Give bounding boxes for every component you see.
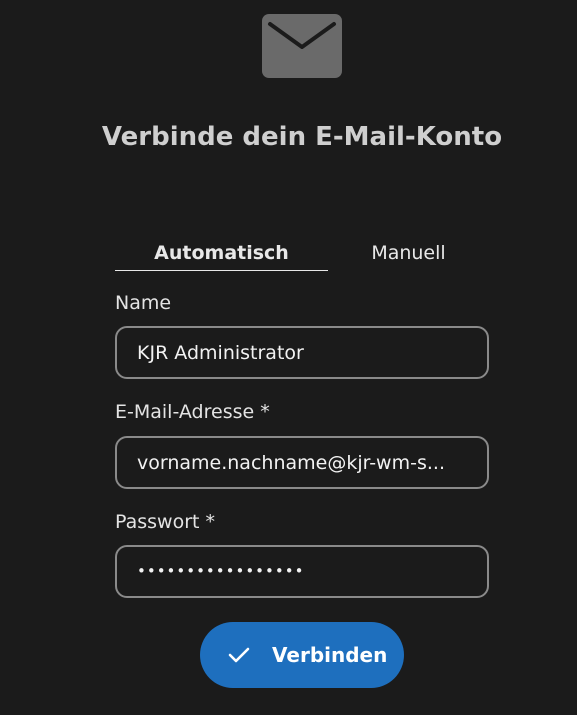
- connect-button[interactable]: Verbinden: [200, 622, 404, 688]
- email-field: [115, 436, 489, 489]
- password-field[interactable]: •••••••••••••••••: [115, 545, 489, 598]
- email-label: E-Mail-Adresse *: [115, 401, 270, 423]
- email-input[interactable]: [117, 438, 487, 487]
- password-label: Passwort *: [115, 511, 216, 533]
- tab-manuell[interactable]: Manuell: [328, 235, 489, 270]
- tab-bar: Automatisch Manuell: [115, 235, 489, 271]
- name-input[interactable]: [117, 328, 487, 377]
- mail-icon: [262, 14, 342, 78]
- password-input[interactable]: •••••••••••••••••: [137, 547, 304, 596]
- page-title: Verbinde dein E-Mail-Konto: [101, 122, 503, 152]
- name-label: Name: [115, 292, 172, 314]
- tab-automatisch[interactable]: Automatisch: [115, 235, 328, 271]
- name-field: [115, 326, 489, 379]
- checkmark-icon: [227, 643, 251, 671]
- connect-button-label: Verbinden: [272, 643, 388, 667]
